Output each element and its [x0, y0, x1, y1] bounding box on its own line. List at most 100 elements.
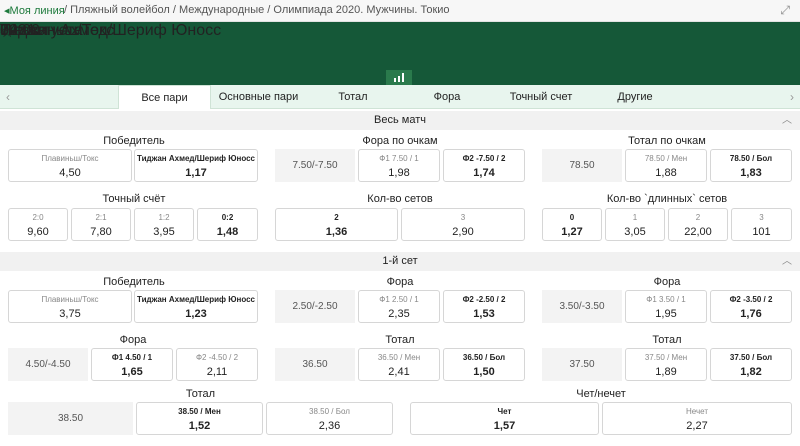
odds-cell[interactable]: Тиджан Ахмед/Шериф Юносс 1,17 [134, 149, 258, 182]
odds-label: 1:2 [158, 213, 170, 222]
odds-label: Тиджан Ахмед/Шериф Юносс [136, 154, 256, 163]
odds-label: 2:1 [95, 213, 107, 222]
odds-cell[interactable]: Ф2 -2.50 / 2 1,53 [443, 290, 525, 323]
odds-label: 78.50 / Бол [729, 154, 773, 163]
tab-other[interactable]: Другие [588, 85, 682, 109]
section-set-1[interactable]: 1-й сет ︿ [0, 252, 800, 271]
odds-cell[interactable]: Чет 1,57 [410, 402, 599, 435]
odds-value: 1,98 [388, 167, 410, 179]
market-title: Тотал [385, 334, 415, 346]
stats-button[interactable] [386, 70, 412, 85]
odds-value: 7,80 [90, 226, 112, 238]
odds-value: 1,23 [185, 308, 207, 320]
odds-value: 1,27 [561, 226, 583, 238]
odds-label: Плавиньш/Токс [41, 295, 99, 304]
market-title: Фора [386, 276, 414, 288]
odds-value: 3,05 [624, 226, 646, 238]
odds-value: 1,76 [740, 308, 762, 320]
odds-cell[interactable]: Ф1 7.50 / 1 1,98 [358, 149, 440, 182]
tab-main[interactable]: Основные пари [211, 85, 306, 109]
odds-value: 2,27 [686, 420, 708, 432]
odds-cell[interactable]: Плавиньш/Токс 4,50 [8, 149, 132, 182]
odds-cell[interactable]: 36.50 / Мен 2,41 [358, 348, 440, 381]
tab-exact-score[interactable]: Точный счет [494, 85, 588, 109]
odds-cell[interactable]: Плавиньш/Токс 3,75 [8, 290, 132, 323]
odds-cell[interactable]: 2 22,00 [668, 208, 728, 241]
market-tabs: ‹ Все пари Основные пари Тотал Фора Точн… [0, 85, 800, 109]
odds-label: 2 [695, 213, 701, 222]
odds-value: 1,74 [473, 167, 495, 179]
chevron-up-icon[interactable]: ︿ [782, 252, 792, 271]
odds-cell[interactable]: 1:2 3,95 [134, 208, 194, 241]
tabs-left-arrow-icon[interactable]: ‹ [6, 85, 10, 109]
handicap-line: 4.50/-4.50 [8, 348, 88, 381]
odds-cell[interactable]: 0:2 1,48 [197, 208, 258, 241]
odds-cell[interactable]: Ф1 4.50 / 1 1,65 [91, 348, 173, 381]
market-title: Победитель [103, 135, 165, 147]
section-whole-match[interactable]: Весь матч ︿ [0, 111, 800, 130]
odds-value: 22,00 [684, 226, 712, 238]
market-title: Победитель [103, 276, 165, 288]
odds-value: 2,90 [452, 226, 474, 238]
odds-cell[interactable]: Тиджан Ахмед/Шериф Юносс 1,23 [134, 290, 258, 323]
odds-cell[interactable]: 38.50 / Бол 2,36 [266, 402, 393, 435]
odds-cell[interactable]: 0 1,27 [542, 208, 602, 241]
odds-cell[interactable]: 36.50 / Бол 1,50 [443, 348, 525, 381]
odds-label: 78.50 / Мен [644, 154, 688, 163]
odds-cell[interactable]: 37.50 / Бол 1,82 [710, 348, 792, 381]
odds-value: 3,95 [153, 226, 175, 238]
odds-cell[interactable]: 2:1 7,80 [71, 208, 131, 241]
tabs-right-arrow-icon[interactable]: › [790, 85, 794, 109]
odds-cell[interactable]: Нечет 2,27 [602, 402, 792, 435]
odds-label: 37.50 / Мен [644, 353, 688, 362]
market-title: Чет/нечет [576, 388, 626, 400]
odds-label: 0 [569, 213, 575, 222]
market-title: Фора [119, 334, 147, 346]
odds-value: 1,88 [655, 167, 677, 179]
odds-cell[interactable]: 3 2,90 [401, 208, 525, 241]
odds-value: 1,36 [325, 226, 348, 238]
total-line: 78.50 [542, 149, 622, 182]
odds-label: Ф1 4.50 / 1 [111, 353, 153, 362]
odds-cell[interactable]: 78.50 / Бол 1,83 [710, 149, 792, 182]
odds-cell[interactable]: 37.50 / Мен 1,89 [625, 348, 707, 381]
odds-label: 38.50 / Мен [178, 407, 221, 416]
market-title: Тотал по очкам [628, 135, 706, 147]
total-line: 38.50 [8, 402, 133, 435]
odds-cell[interactable]: 3 101 [731, 208, 792, 241]
odds-value: 3,75 [59, 308, 81, 320]
handicap-line: 7.50/-7.50 [275, 149, 355, 182]
odds-label: 3 [759, 213, 764, 222]
odds-cell[interactable]: 2:0 9,60 [8, 208, 68, 241]
odds-cell[interactable]: 78.50 / Мен 1,88 [625, 149, 707, 182]
bar-chart-icon [394, 73, 404, 82]
odds-value: 101 [752, 226, 771, 238]
odds-label: Чет [497, 407, 512, 416]
odds-cell[interactable]: Ф1 2.50 / 1 2,35 [358, 290, 440, 323]
tab-total[interactable]: Тотал [306, 85, 400, 109]
odds-label: 36.50 / Бол [462, 353, 506, 362]
breadcrumb: / Пляжный волейбол / Международные / Оли… [64, 4, 450, 16]
chevron-up-icon[interactable]: ︿ [782, 111, 792, 130]
odds-cell[interactable]: Ф1 3.50 / 1 1,95 [625, 290, 707, 323]
market-title: Кол-во `длинных` сетов [606, 193, 728, 205]
odds-value: 2,35 [388, 308, 410, 320]
odds-label: 1 [632, 213, 638, 222]
odds-cell[interactable]: Ф2 -7.50 / 2 1,74 [443, 149, 525, 182]
tab-handicap[interactable]: Фора [400, 85, 494, 109]
handicap-line: 3.50/-3.50 [542, 290, 622, 323]
odds-value: 1,53 [473, 308, 495, 320]
odds-cell[interactable]: 2 1,36 [275, 208, 398, 241]
odds-cell[interactable]: Ф2 -4.50 / 2 2,11 [176, 348, 258, 381]
tab-all[interactable]: Все пари [118, 85, 211, 109]
team2-name: Тиджан Ахмед/Шериф Юносс [0, 22, 222, 39]
odds-cell[interactable]: 1 3,05 [605, 208, 665, 241]
odds-label: Ф2 -4.50 / 2 [195, 353, 239, 362]
handicap-line: 2.50/-2.50 [275, 290, 355, 323]
odds-cell[interactable]: 38.50 / Мен 1,52 [136, 402, 263, 435]
back-link[interactable]: ◂Моя линия [4, 4, 65, 17]
odds-cell[interactable]: Ф2 -3.50 / 2 1,76 [710, 290, 792, 323]
back-label: Моя линия [9, 5, 65, 17]
odds-label: 37.50 / Бол [729, 353, 773, 362]
expand-icon[interactable]: ⤢ [780, 3, 790, 18]
